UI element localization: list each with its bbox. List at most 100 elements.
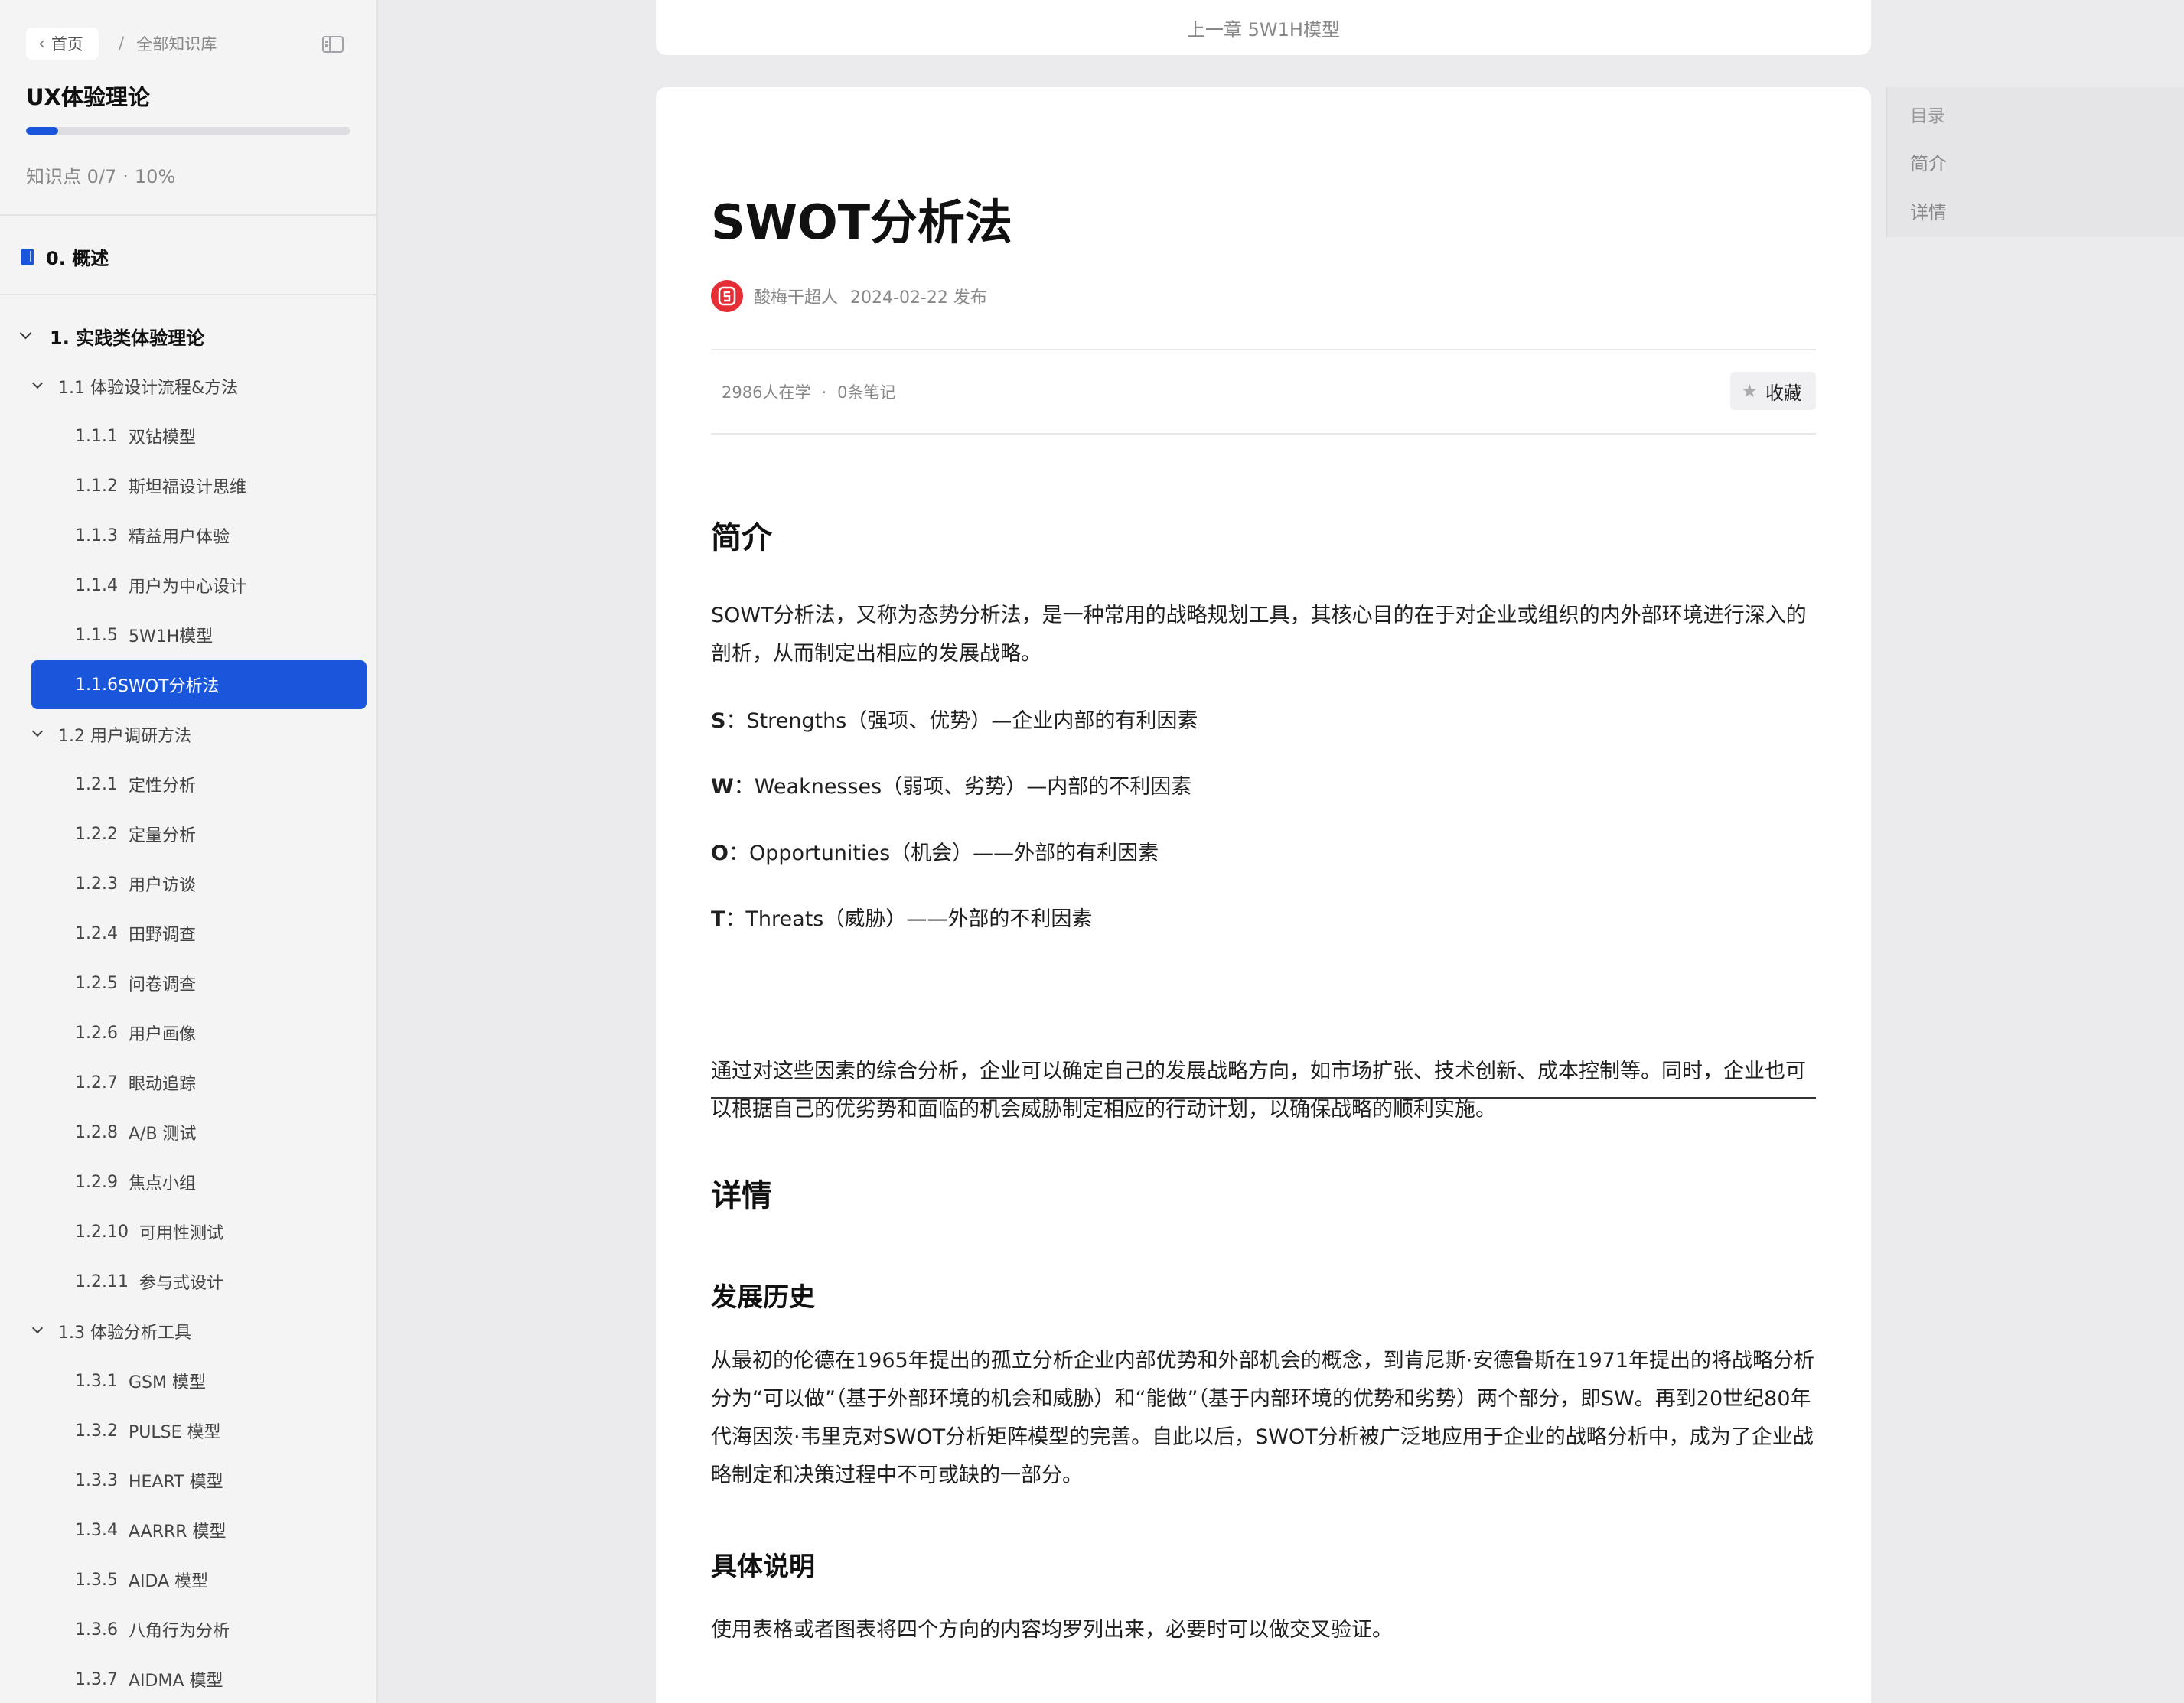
sidebar-item[interactable]: 1.3.7 AIDMA 模型: [75, 1655, 223, 1703]
item-label: GSM 模型: [128, 1373, 206, 1392]
sidebar-toggle-icon[interactable]: [322, 36, 344, 53]
subsection-label: 1.1 体验设计流程&方法: [58, 379, 239, 398]
sidebar-section-practice[interactable]: 1. 实践类体验理论: [19, 323, 205, 350]
item-number: 1.1.4: [75, 575, 118, 595]
prev-chapter-link[interactable]: 上一章 5W1H模型: [656, 0, 1871, 55]
item-label: 眼动追踪: [128, 1075, 196, 1094]
article-stats: 2986人在学 · 0条笔记: [722, 380, 896, 403]
sidebar-item[interactable]: 1.2.2 定量分析: [75, 809, 196, 858]
item-number: 1.2.1: [75, 774, 118, 794]
item-number: 1.2.8: [75, 1122, 118, 1142]
sidebar-section-overview[interactable]: 0. 概述: [21, 243, 109, 270]
item-label: 用户画像: [128, 1025, 196, 1044]
item-label: 田野调查: [128, 926, 196, 945]
sidebar-subsection[interactable]: 1.2 用户调研方法: [31, 710, 191, 759]
sidebar-item[interactable]: 1.3.5 AIDA 模型: [75, 1555, 208, 1604]
article-card: SWOT分析法 酸梅干超人 2024-02-22 发布 2986人在学 · 0条笔记…: [656, 87, 1871, 1703]
sidebar-item[interactable]: 1.2.10 可用性测试: [75, 1207, 223, 1256]
breadcrumb-library-link[interactable]: 全部知识库: [136, 32, 217, 55]
outline-item-detail[interactable]: 详情: [1910, 197, 1947, 224]
item-label: 5W1H模型: [128, 627, 214, 646]
publish-date: 2024-02-22 发布: [850, 288, 987, 308]
subsection-label: 1.2 用户调研方法: [58, 727, 191, 746]
item-number: 1.2.9: [75, 1172, 118, 1192]
author-name[interactable]: 酸梅干超人: [754, 284, 838, 308]
home-button[interactable]: ‹ 首页: [26, 28, 99, 60]
progress-dot: ·: [122, 166, 129, 187]
sidebar-item[interactable]: 1.1.2 斯坦福设计思维: [75, 461, 246, 510]
sidebar-item[interactable]: 1.2.7 眼动追踪: [75, 1058, 196, 1107]
detail-heading: 详情: [711, 1178, 772, 1213]
article-title: SWOT分析法: [711, 194, 1013, 250]
item-label: 定量分析: [128, 826, 196, 845]
home-label: 首页: [51, 35, 83, 54]
note-count: 0条笔记: [837, 383, 896, 402]
swot-threats: T：Threats（威胁）——外部的不利因素: [711, 907, 1093, 931]
item-label: 焦点小组: [128, 1174, 196, 1193]
progress-bar: [26, 127, 350, 135]
item-number: 1.2.10: [75, 1222, 129, 1242]
item-label: 问卷调查: [128, 975, 196, 995]
sidebar-item[interactable]: 1.2.8 A/B 测试: [75, 1108, 197, 1157]
item-label: SWOT分析法: [117, 677, 220, 696]
section-divider: [711, 1097, 1816, 1099]
sidebar-item[interactable]: 1.3.3 HEART 模型: [75, 1456, 223, 1505]
sidebar-item[interactable]: 1.1.3 精益用户体验: [75, 511, 230, 560]
sidebar-item[interactable]: 1.2.1 定性分析: [75, 760, 196, 809]
intro-heading: 简介: [711, 520, 772, 555]
item-number: 1.3.3: [75, 1470, 118, 1490]
sidebar-subsection[interactable]: 1.3 体验分析工具: [31, 1307, 191, 1356]
sidebar-item[interactable]: 1.3.1 GSM 模型: [75, 1356, 206, 1405]
sidebar-item[interactable]: 1.2.9 焦点小组: [75, 1158, 196, 1206]
subsection-label: 1.3 体验分析工具: [58, 1324, 191, 1343]
sidebar-item[interactable]: 1.2.6 用户画像: [75, 1008, 196, 1057]
item-number: 1.3.1: [75, 1371, 118, 1391]
chevron-down-icon: [31, 1322, 44, 1334]
sidebar-item[interactable]: 1.3.4 AARRR 模型: [75, 1506, 227, 1555]
item-label: AIDMA 模型: [128, 1672, 223, 1691]
item-number: 1.3.4: [75, 1520, 118, 1540]
item-number: 1.1.3: [75, 526, 118, 545]
item-label: 用户为中心设计: [128, 578, 246, 597]
history-heading: 发展历史: [711, 1282, 815, 1313]
item-number: 1.3.5: [75, 1570, 118, 1590]
sidebar-subsection[interactable]: 1.1 体验设计流程&方法: [31, 362, 239, 411]
history-paragraph: 从最初的伦德在1965年提出的孤立分析企业内部优势和外部机会的概念，到肯尼斯·安…: [711, 1349, 1815, 1487]
sidebar-item-active[interactable]: 1.1.6 SWOT分析法: [31, 660, 367, 709]
sidebar-item[interactable]: 1.2.4 田野调查: [75, 909, 196, 958]
meta-divider: [711, 433, 1816, 435]
sidebar-item[interactable]: 1.1.1 双钻模型: [75, 412, 196, 461]
favorite-button[interactable]: ★ 收藏: [1730, 372, 1816, 410]
sidebar-divider: [0, 294, 376, 295]
item-number: 1.2.4: [75, 923, 118, 943]
progress-text: 知识点 0/7 · 10%: [26, 161, 175, 188]
book-icon: [21, 248, 34, 265]
sidebar-item[interactable]: 1.1.5 5W1H模型: [75, 611, 213, 659]
swot-weaknesses: W：Weaknesses（弱项、劣势）—内部的不利因素: [711, 775, 1192, 799]
star-icon: ★: [1741, 380, 1758, 402]
explain-paragraph: 使用表格或者图表将四个方向的内容均罗列出来，必要时可以做交叉验证。: [711, 1618, 1393, 1642]
section-title: 0. 概述: [46, 248, 109, 269]
stats-dot: ·: [821, 383, 827, 402]
sidebar-item[interactable]: 1.3.2 PULSE 模型: [75, 1406, 220, 1455]
item-number: 1.3.7: [75, 1669, 118, 1689]
progress-bar-fill: [26, 127, 59, 135]
sidebar-item[interactable]: 1.3.6 八角行为分析: [75, 1605, 230, 1654]
sidebar-item[interactable]: 1.2.5 问卷调查: [75, 959, 196, 1008]
item-number: 1.1.5: [75, 625, 118, 645]
sidebar-item[interactable]: 1.2.3 用户访谈: [75, 859, 196, 908]
sidebar-divider: [0, 214, 376, 216]
item-number: 1.1.1: [75, 426, 118, 446]
item-label: 八角行为分析: [128, 1622, 230, 1641]
summary-paragraph: 通过对这些因素的综合分析，企业可以确定自己的发展战略方向，如市场扩张、技术创新、…: [711, 1060, 1806, 1122]
avatar[interactable]: [711, 280, 743, 312]
item-label: AARRR 模型: [128, 1522, 227, 1542]
sidebar-item[interactable]: 1.2.11 参与式设计: [75, 1257, 223, 1306]
item-label: A/B 测试: [128, 1125, 197, 1144]
section-title: 1. 实践类体验理论: [50, 327, 205, 349]
chevron-down-icon: [31, 725, 44, 738]
prev-chapter-label: 上一章 5W1H模型: [1187, 18, 1340, 41]
outline-item-intro[interactable]: 简介: [1910, 148, 1947, 175]
item-label: 精益用户体验: [128, 528, 230, 547]
sidebar-item[interactable]: 1.1.4 用户为中心设计: [75, 561, 246, 610]
